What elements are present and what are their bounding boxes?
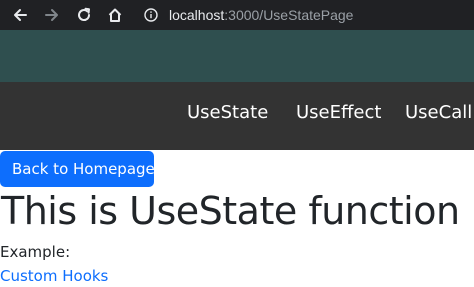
custom-hooks-link[interactable]: Custom Hooks bbox=[0, 267, 108, 285]
page-title: This is UseState function bbox=[1, 189, 460, 233]
browser-toolbar: localhost:3000/UseStatePage bbox=[0, 0, 474, 30]
nav-link-usecallback[interactable]: UseCallB bbox=[405, 82, 474, 150]
nav-link-usestate[interactable]: UseState bbox=[187, 82, 268, 150]
forward-arrow-icon[interactable] bbox=[40, 3, 64, 27]
back-to-homepage-button[interactable]: Back to Homepage bbox=[0, 151, 155, 187]
url-text: localhost:3000/UseStatePage bbox=[169, 7, 353, 23]
info-icon[interactable] bbox=[144, 8, 158, 22]
address-bar[interactable]: localhost:3000/UseStatePage bbox=[134, 0, 474, 30]
example-label: Example: bbox=[0, 243, 71, 261]
back-arrow-icon[interactable] bbox=[8, 3, 32, 27]
home-icon[interactable] bbox=[103, 3, 127, 27]
navbar: UseState UseEffect UseCallB bbox=[0, 82, 474, 150]
nav-link-useeffect[interactable]: UseEffect bbox=[296, 82, 381, 150]
url-host: localhost bbox=[169, 7, 225, 23]
header-band bbox=[0, 30, 474, 82]
url-path: :3000/UseStatePage bbox=[224, 7, 354, 23]
reload-icon[interactable] bbox=[72, 3, 96, 27]
